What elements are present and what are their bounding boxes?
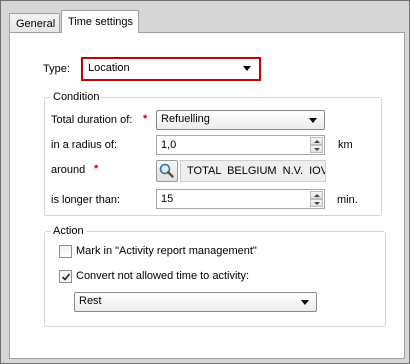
longer-than-label: is longer than: (51, 194, 121, 206)
total-duration-value: Refuelling (161, 113, 210, 125)
mark-checkbox[interactable] (59, 245, 72, 258)
activity-value: Rest (79, 295, 102, 307)
chevron-down-icon (309, 118, 317, 123)
radius-input[interactable] (157, 136, 308, 154)
around-required: * (94, 163, 99, 175)
dialog-frame: General Time settings Type: Location Con… (0, 0, 410, 364)
total-duration-required: * (143, 113, 148, 125)
location-search-button[interactable] (156, 160, 178, 182)
activity-dropdown[interactable]: Rest (74, 292, 317, 312)
longer-than-decrement-button[interactable] (310, 199, 323, 207)
condition-legend: Condition (53, 91, 100, 103)
mark-checkbox-label: Mark in "Activity report management" (76, 245, 257, 257)
convert-checkbox[interactable] (59, 270, 72, 283)
tab-general[interactable]: General (9, 13, 60, 33)
radius-stepper[interactable] (156, 135, 325, 155)
tab-time-settings[interactable]: Time settings (61, 10, 139, 33)
radius-decrement-button[interactable] (310, 145, 323, 153)
magnifier-icon (159, 163, 174, 178)
tab-panel: Type: Location Condition Total duration … (9, 32, 405, 359)
longer-than-increment-button[interactable] (310, 191, 323, 199)
radius-spin-buttons (310, 137, 323, 153)
location-field[interactable]: TOTAL BELGIUM N.V. IOV (180, 160, 326, 182)
type-label: Type: (43, 63, 70, 75)
type-dropdown[interactable]: Location (84, 60, 258, 78)
longer-than-stepper[interactable] (156, 189, 325, 209)
type-value: Location (88, 62, 130, 74)
total-duration-label: Total duration of: (51, 114, 133, 126)
longer-than-spin-buttons (310, 191, 323, 207)
chevron-down-icon (243, 66, 251, 71)
around-label: around (51, 164, 86, 176)
radius-unit: km (338, 139, 353, 151)
checkmark-icon (61, 273, 71, 281)
location-value: TOTAL BELGIUM N.V. IOV (187, 165, 326, 177)
longer-than-unit: min. (337, 194, 358, 206)
longer-than-input[interactable] (157, 190, 308, 208)
radius-label: in a radius of: (51, 139, 118, 151)
tab-time-settings-label: Time settings (68, 16, 134, 28)
action-legend: Action (53, 225, 84, 237)
convert-checkbox-label: Convert not allowed time to activity: (76, 270, 250, 282)
radius-increment-button[interactable] (310, 137, 323, 145)
total-duration-dropdown[interactable]: Refuelling (156, 110, 325, 130)
tab-general-label: General (16, 18, 56, 30)
type-highlight: Location (81, 57, 261, 81)
chevron-down-icon (301, 300, 309, 305)
